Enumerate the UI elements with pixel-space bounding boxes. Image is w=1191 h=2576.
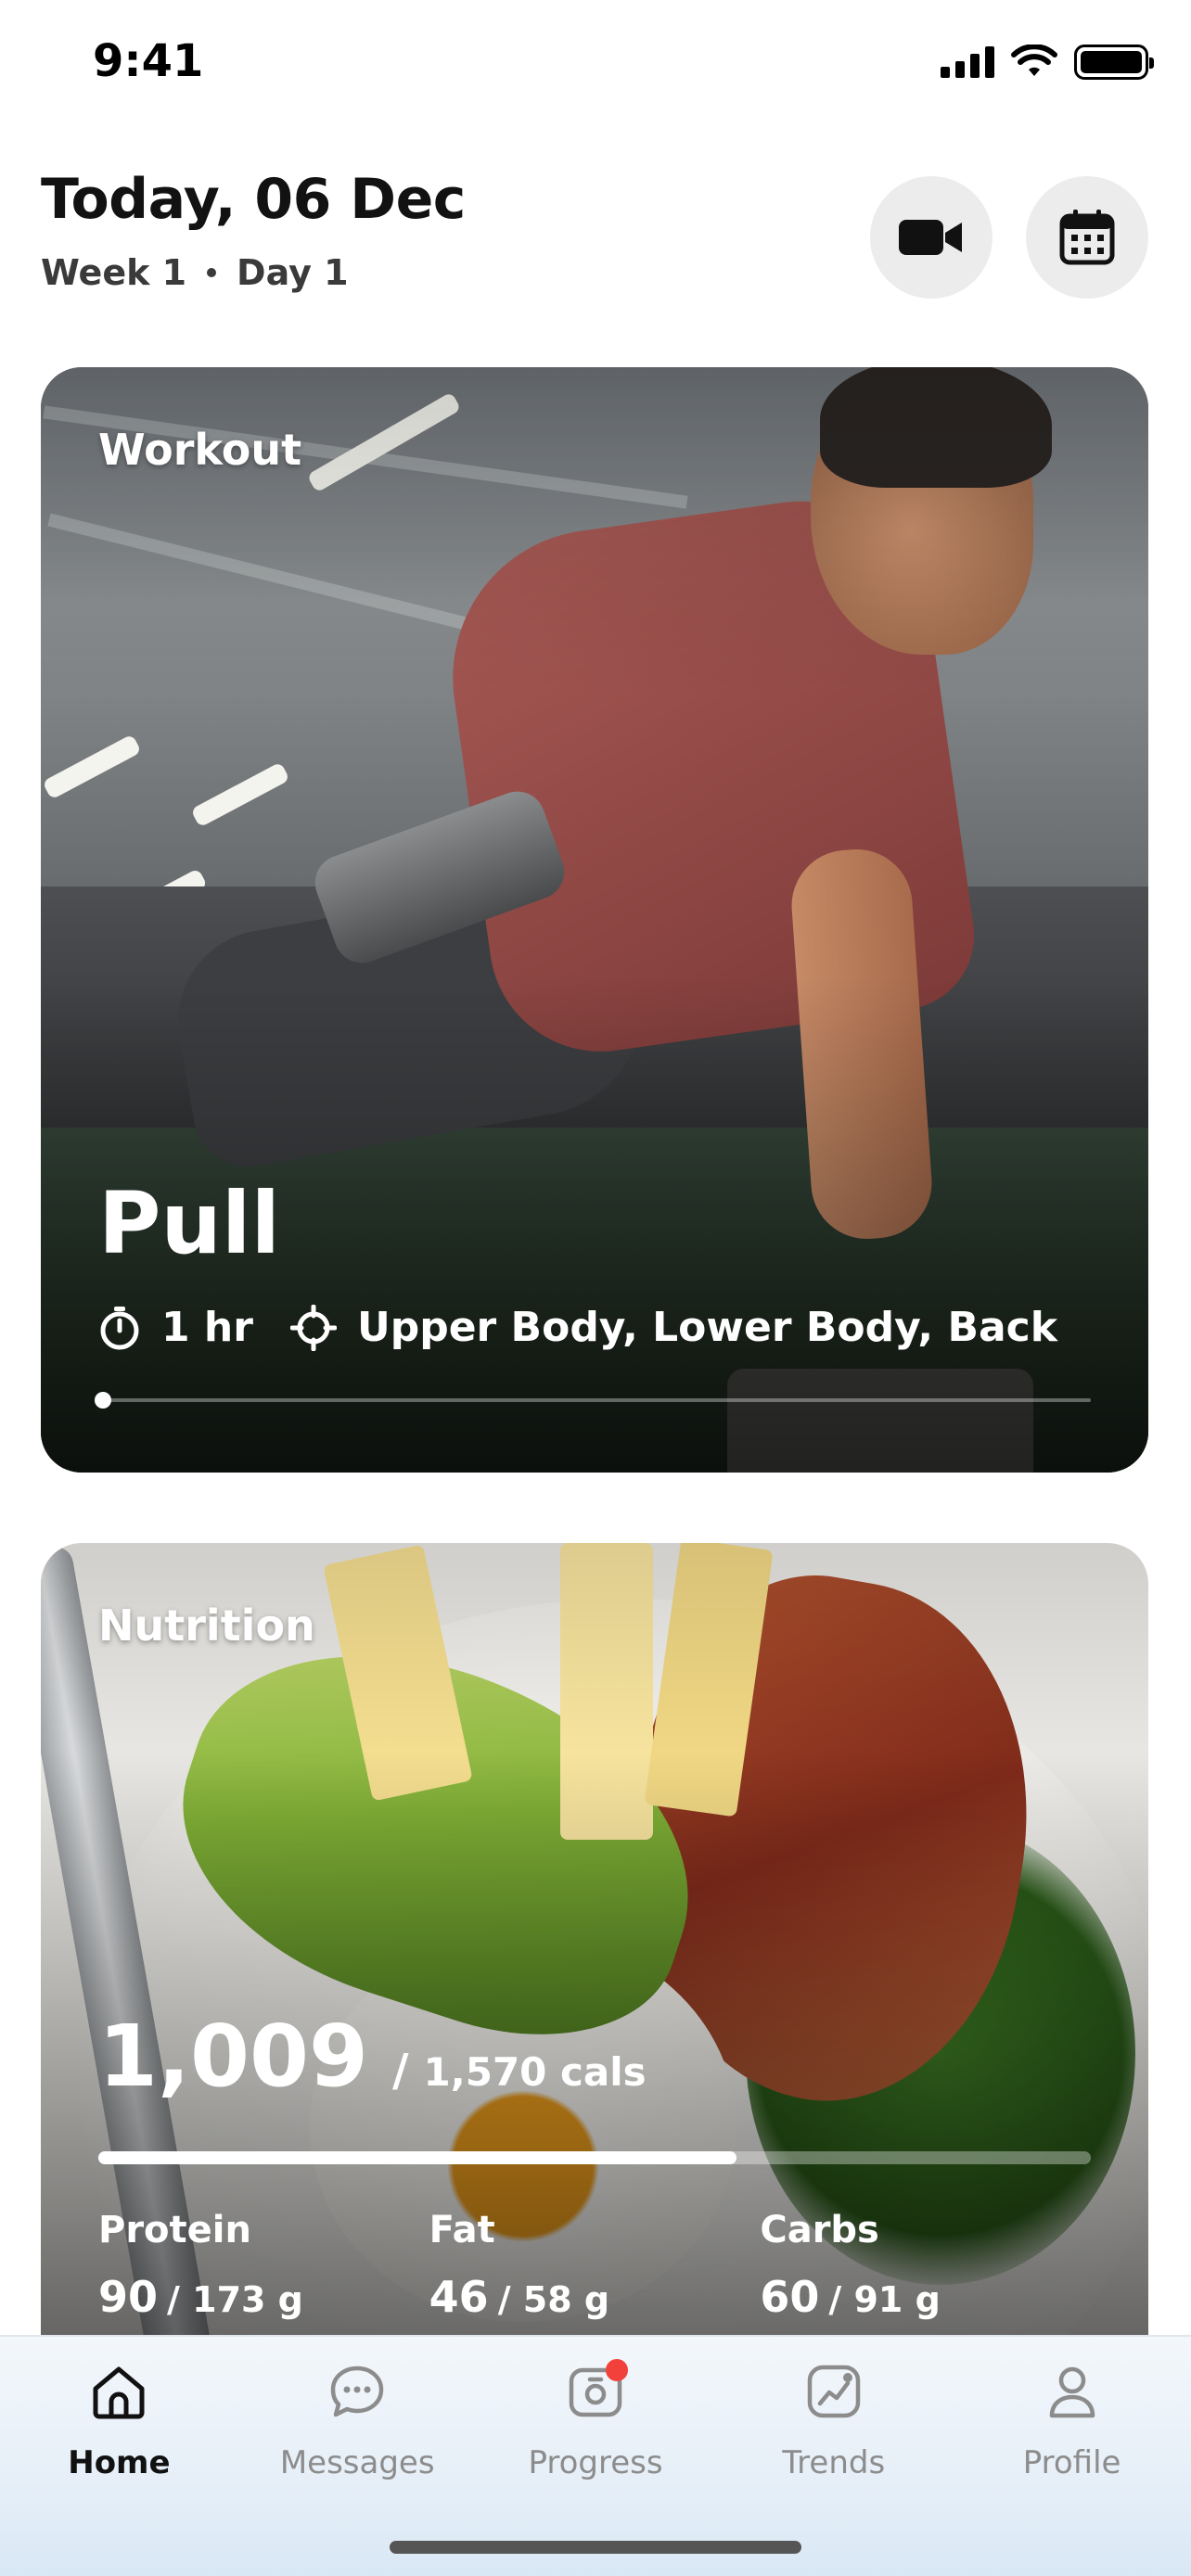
nutrition-card-label: Nutrition [98,1600,315,1651]
day-label: Day 1 [237,252,349,293]
calories-separator: / [392,2045,409,2097]
macro-goal: / 173 g [167,2279,303,2320]
target-crosshair-icon [289,1304,337,1351]
trend-chart-icon [807,2365,861,2418]
tab-trends[interactable]: Trends [714,2359,953,2481]
macro-current: 60 [760,2272,820,2322]
duration-text: 1 hr [161,1304,253,1351]
status-time: 9:41 [93,35,204,87]
tab-label: Home [68,2444,171,2481]
macro-goal: / 91 g [828,2279,941,2320]
workout-meta: 1 hr Upper Body, Lower Body, Back [98,1304,1095,1351]
macro-current: 90 [98,2272,159,2322]
calendar-icon [1059,210,1115,265]
battery-icon [1074,45,1154,80]
tab-label: Progress [528,2444,663,2481]
tab-label: Messages [279,2444,435,2481]
tab-home[interactable]: Home [0,2359,238,2481]
macro-label: Fat [429,2209,495,2251]
calorie-progress-bar [98,2151,1091,2164]
chat-bubble-icon [330,2366,384,2417]
video-call-button[interactable] [870,176,992,299]
workout-card-label: Workout [98,425,302,475]
home-icon [93,2366,145,2419]
home-indicator [390,2541,801,2554]
calorie-progress-fill [98,2151,736,2164]
targets-text: Upper Body, Lower Body, Back [356,1304,1058,1351]
calories-goal: 1,570 cals [423,2049,647,2095]
macro-current: 46 [429,2272,489,2322]
workout-card[interactable]: Workout Pull 1 hr Upper Body, Lower Body… [41,367,1148,1473]
macro-protein: Protein 90/ 173 g [98,2209,429,2322]
workout-duration: 1 hr [98,1304,253,1351]
program-progress: Week 1 Day 1 [41,252,466,293]
tab-label: Profile [1022,2444,1121,2481]
stopwatch-icon [100,1306,139,1349]
tab-messages[interactable]: Messages [238,2359,477,2481]
person-icon [1049,2366,1095,2418]
calories-consumed: 1,009 [98,2007,369,2106]
tab-profile[interactable]: Profile [953,2359,1191,2481]
macro-label: Carbs [760,2209,879,2251]
separator-dot [207,268,217,277]
macro-list: Protein 90/ 173 g Fat 46/ 58 g Carbs 60/… [98,2209,1091,2322]
video-camera-icon [899,220,962,255]
status-bar: 9:41 [0,0,1191,130]
carousel-indicator [95,1392,1091,1409]
macro-goal: / 58 g [497,2279,610,2320]
notification-badge [605,2359,628,2381]
calendar-button[interactable] [1026,176,1148,299]
date-header: Today, 06 Dec Week 1 Day 1 [41,167,466,293]
tab-label: Trends [782,2444,886,2481]
cellular-signal-icon [941,46,994,78]
week-label: Week 1 [41,252,187,293]
workout-targets: Upper Body, Lower Body, Back [289,1304,1058,1351]
page-title: Today, 06 Dec [41,167,466,232]
status-icons [941,45,1154,80]
macro-label: Protein [98,2209,251,2251]
nutrition-card[interactable]: Nutrition 1,009 / 1,570 cals Protein 90/… [41,1543,1148,2378]
workout-name: Pull [98,1174,280,1273]
macro-carbs: Carbs 60/ 91 g [760,2209,1091,2322]
wifi-icon [1011,45,1057,76]
bottom-tab-bar: Home Messages Progress Trends Profile [0,2335,1191,2576]
carousel-current-dot [95,1392,111,1409]
calorie-summary: 1,009 / 1,570 cals [98,2007,647,2106]
macro-fat: Fat 46/ 58 g [429,2209,761,2322]
tab-progress[interactable]: Progress [477,2359,715,2481]
